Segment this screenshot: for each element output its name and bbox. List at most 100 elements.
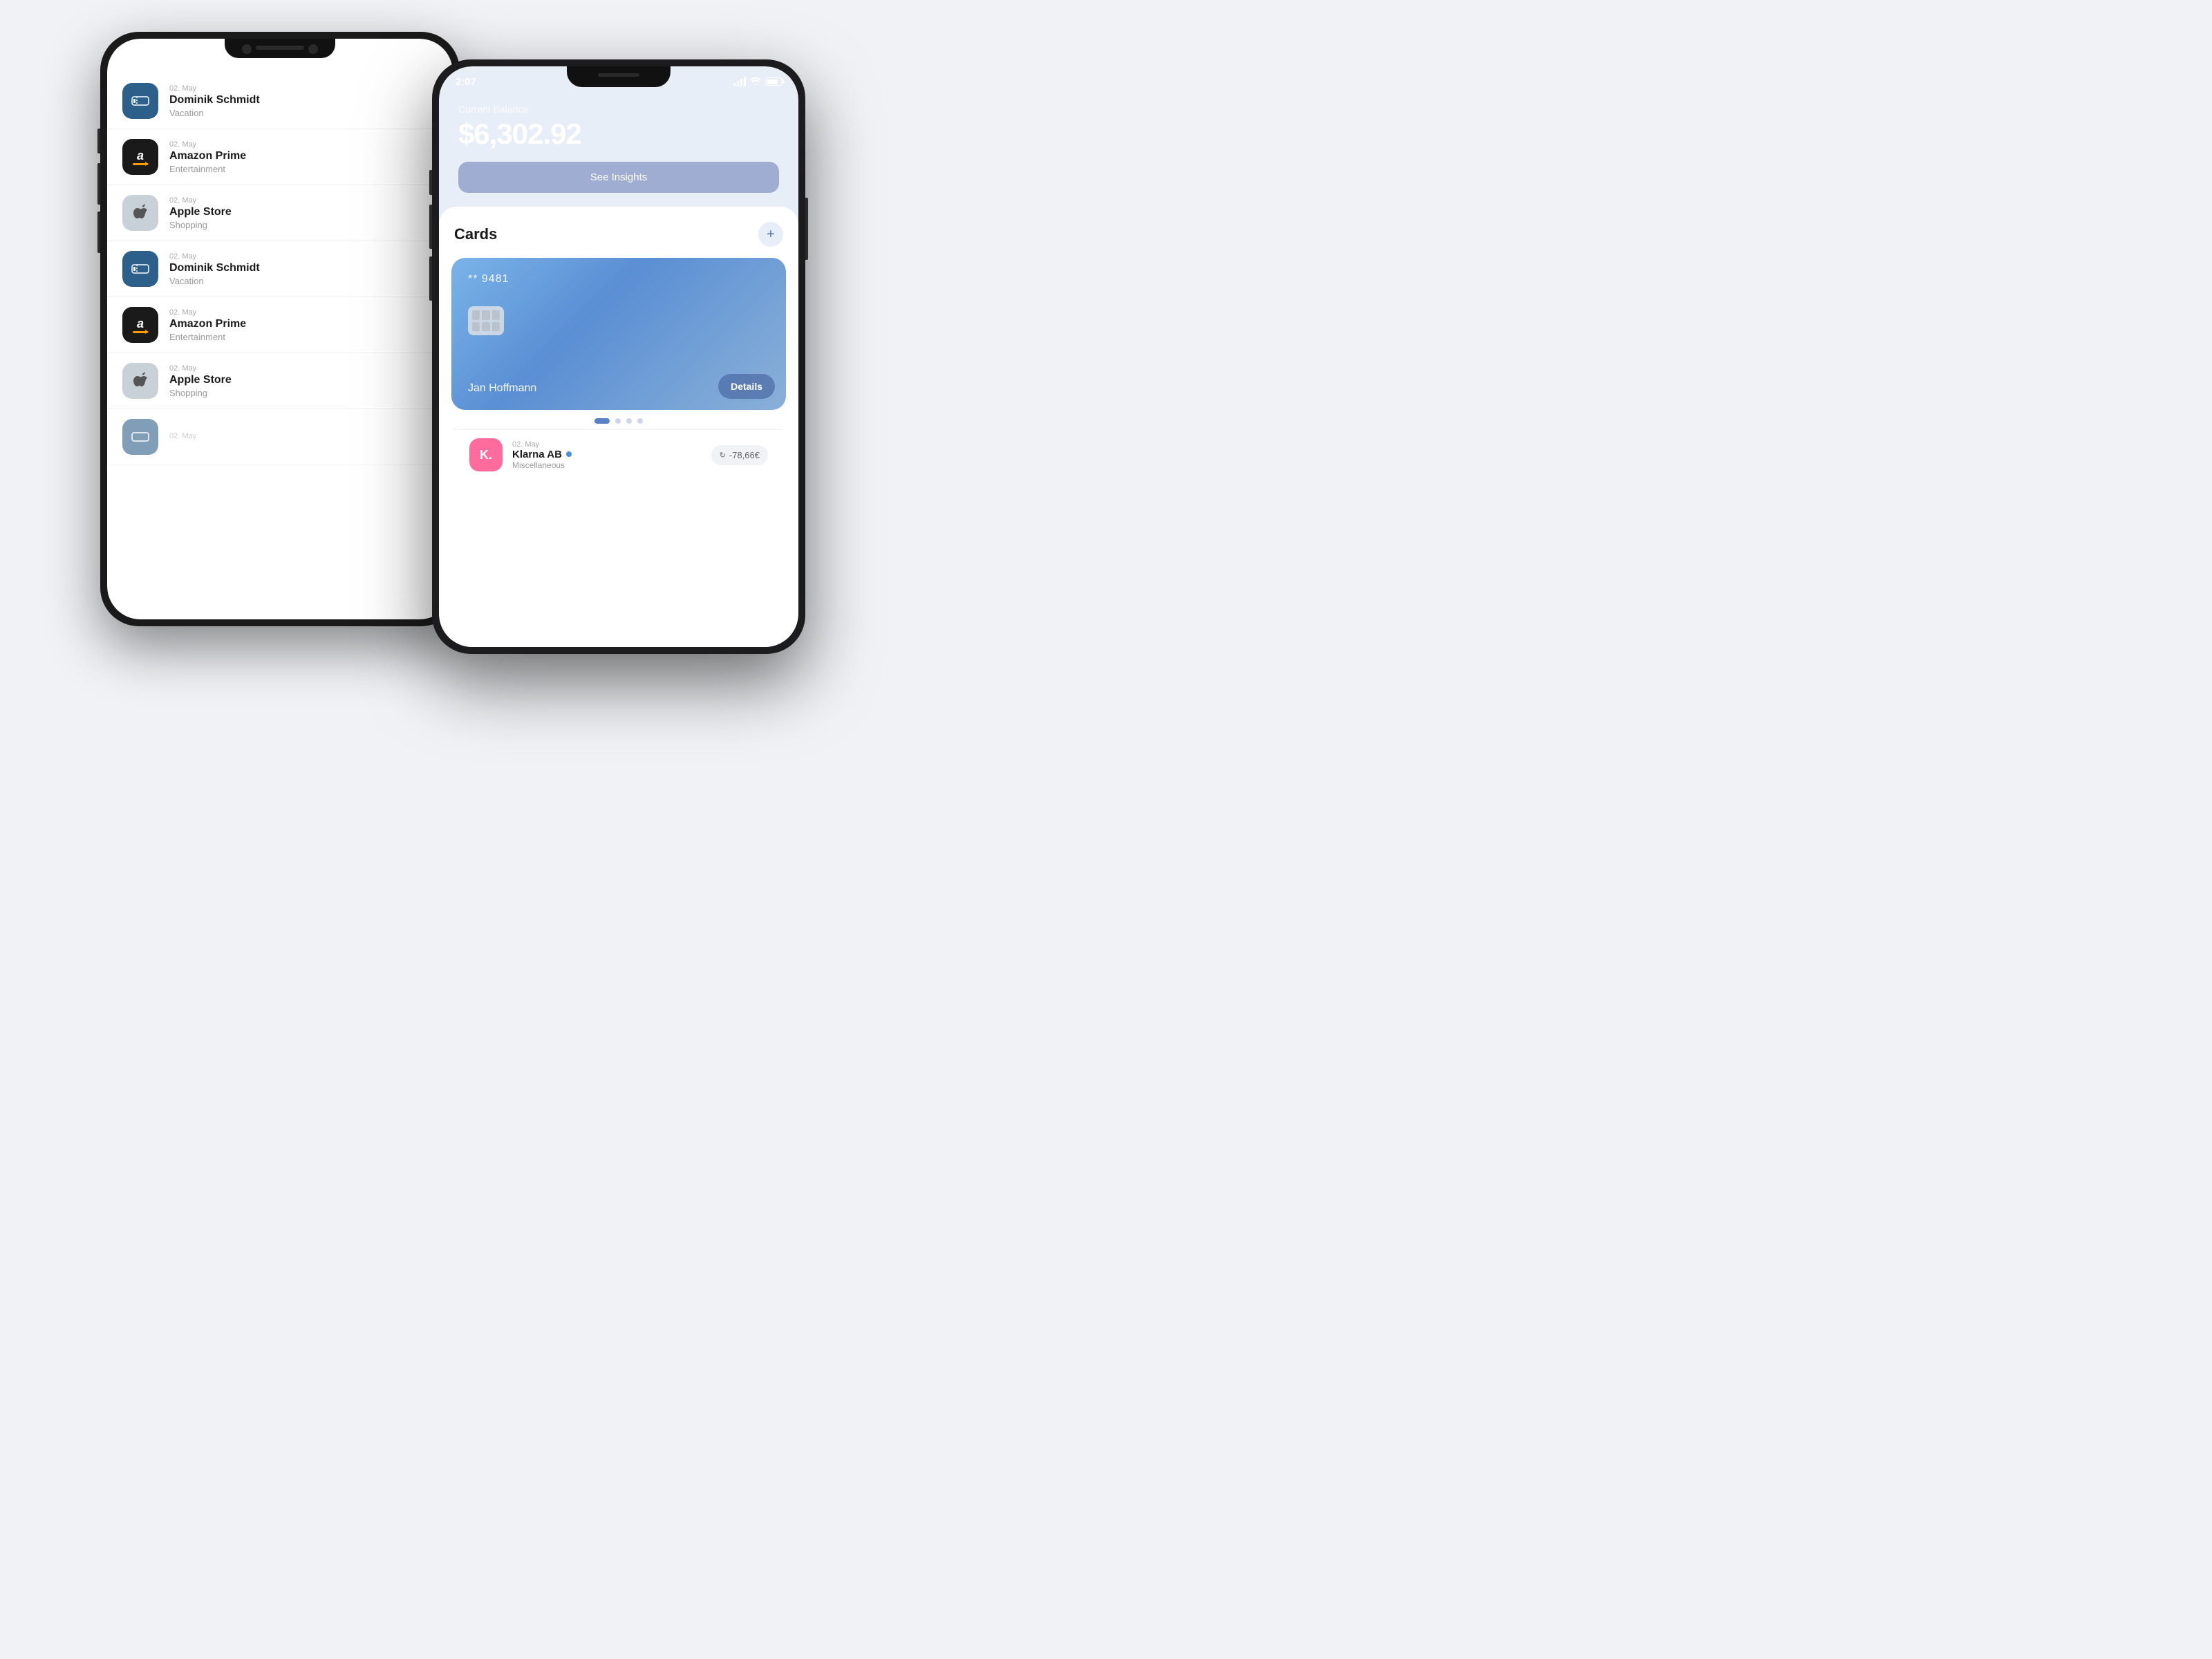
amazon-icon: a (133, 149, 148, 165)
battery-fill (767, 79, 778, 84)
tx-info: 02. May Amazon Prime Entertainment (169, 140, 438, 174)
tx-info: 02. May Dominik Schmidt Vacation (169, 252, 438, 286)
tx-category: Vacation (169, 276, 438, 286)
tx-info: 02. May (169, 432, 438, 442)
scene: 02. May Dominik Schmidt Vacation a (59, 18, 819, 640)
tx-date: 02. May (169, 432, 438, 440)
tx-date: 02. May (169, 196, 438, 205)
tx-category: Entertainment (169, 332, 438, 342)
signal-bar-3 (740, 79, 742, 86)
ticket-icon (131, 262, 149, 276)
wifi-icon (750, 77, 761, 87)
front-phone-content: 2:07 (439, 66, 798, 647)
chip-cell (472, 310, 480, 320)
card-dot (626, 418, 632, 424)
tx-info: 02. May Apple Store Shopping (169, 196, 438, 230)
tx-icon-amazon: a (122, 307, 158, 343)
list-item[interactable]: 02. May Apple Store Shopping (107, 353, 453, 409)
tx-date: 02. May (169, 308, 438, 317)
back-phone-inner: 02. May Dominik Schmidt Vacation a (107, 39, 453, 619)
front-transaction-item[interactable]: K. 02. May Klarna AB Miscellaneous (454, 429, 783, 480)
tx-icon-amazon: a (122, 139, 158, 175)
insights-button[interactable]: See Insights (458, 162, 779, 193)
back-phone-camera-right (308, 44, 318, 54)
card-dot (615, 418, 621, 424)
tx-name: Amazon Prime (169, 318, 438, 330)
front-phone-inner: 2:07 (439, 66, 798, 647)
side-button-mute (97, 129, 100, 153)
apple-icon (133, 204, 148, 222)
amazon-letter: a (137, 317, 144, 330)
amazon-arrow (133, 331, 148, 333)
apple-icon (133, 372, 148, 390)
tx-name: Amazon Prime (169, 150, 438, 162)
list-item[interactable]: 02. May Dominik Schmidt Vacation (107, 73, 453, 129)
list-item[interactable]: 02. May (107, 409, 453, 465)
tx-name: Apple Store (169, 206, 438, 218)
chip-cell (482, 322, 489, 332)
front-speaker (598, 73, 639, 77)
signal-bar-2 (737, 81, 739, 86)
front-tx-date: 02. May (512, 440, 702, 449)
back-phone-notch (225, 39, 335, 58)
front-phone-screen: 2:07 (439, 66, 798, 647)
amazon-icon: a (133, 317, 148, 333)
card-details-button[interactable]: Details (718, 374, 775, 399)
balance-amount: $6,302.92 (458, 118, 779, 151)
tx-date: 02. May (169, 364, 438, 373)
card-chip (468, 306, 504, 335)
ticket-icon (131, 94, 149, 108)
side-button-vol-up (429, 205, 432, 249)
add-card-button[interactable]: + (758, 222, 783, 247)
chip-cell (482, 310, 489, 320)
transaction-amount: ↻ -78,66€ (711, 445, 768, 465)
signal-bars-icon (733, 77, 746, 86)
chip-cell (472, 322, 480, 332)
tx-icon-apple (122, 195, 158, 231)
tx-info: 02. May Dominik Schmidt Vacation (169, 84, 438, 118)
tx-date: 02. May (169, 84, 438, 93)
card-holder-name: Jan Hoffmann (468, 382, 536, 395)
list-item[interactable]: a 02. May Amazon Prime Entertainment (107, 129, 453, 185)
tx-icon-vacation (122, 251, 158, 287)
tx-category: Vacation (169, 108, 438, 118)
tx-date: 02. May (169, 252, 438, 261)
front-phone: 2:07 (432, 59, 805, 654)
tx-info: 02. May Apple Store Shopping (169, 364, 438, 398)
front-tx-info: 02. May Klarna AB Miscellaneous (512, 440, 702, 470)
card-dot (637, 418, 643, 424)
front-tx-name: Klarna AB (512, 449, 702, 460)
side-button-mute (429, 170, 432, 195)
klarna-icon: K. (469, 438, 503, 471)
list-item[interactable]: a 02. May Amazon Prime Entertainment (107, 297, 453, 353)
back-phone-speaker (256, 46, 304, 50)
side-button-vol-down (97, 212, 100, 253)
battery-icon (765, 77, 782, 86)
amount-value: -78,66€ (729, 450, 760, 460)
side-button-power (805, 198, 808, 260)
back-phone: 02. May Dominik Schmidt Vacation a (100, 32, 460, 626)
status-bar-area: 2:07 (439, 66, 798, 97)
list-item[interactable]: 02. May Dominik Schmidt Vacation (107, 241, 453, 297)
side-button-vol-down (429, 256, 432, 301)
balance-label: Current Balance (458, 104, 779, 115)
back-phone-screen: 02. May Dominik Schmidt Vacation a (107, 39, 453, 619)
transaction-list: 02. May Dominik Schmidt Vacation a (107, 73, 453, 465)
online-indicator (566, 451, 572, 457)
credit-card[interactable]: ** 9481 Jan Hoffmann (451, 258, 786, 410)
signal-bar-4 (744, 77, 746, 86)
cards-section: Cards + ** 9481 (439, 207, 798, 647)
chip-cell (492, 322, 500, 332)
card-dot-active (594, 418, 610, 424)
cards-header: Cards + (454, 222, 783, 247)
balance-section: Current Balance $6,302.92 See Insights (439, 97, 798, 207)
repeat-icon: ↻ (720, 451, 726, 460)
tx-category: Entertainment (169, 164, 438, 174)
klarna-letter: K. (480, 448, 492, 462)
card-container: ** 9481 Jan Hoffmann (451, 258, 786, 410)
tx-icon-vacation (122, 83, 158, 119)
card-number: ** 9481 (468, 273, 769, 285)
tx-icon-vacation (122, 419, 158, 455)
list-item[interactable]: 02. May Apple Store Shopping (107, 185, 453, 241)
tx-icon-apple (122, 363, 158, 399)
